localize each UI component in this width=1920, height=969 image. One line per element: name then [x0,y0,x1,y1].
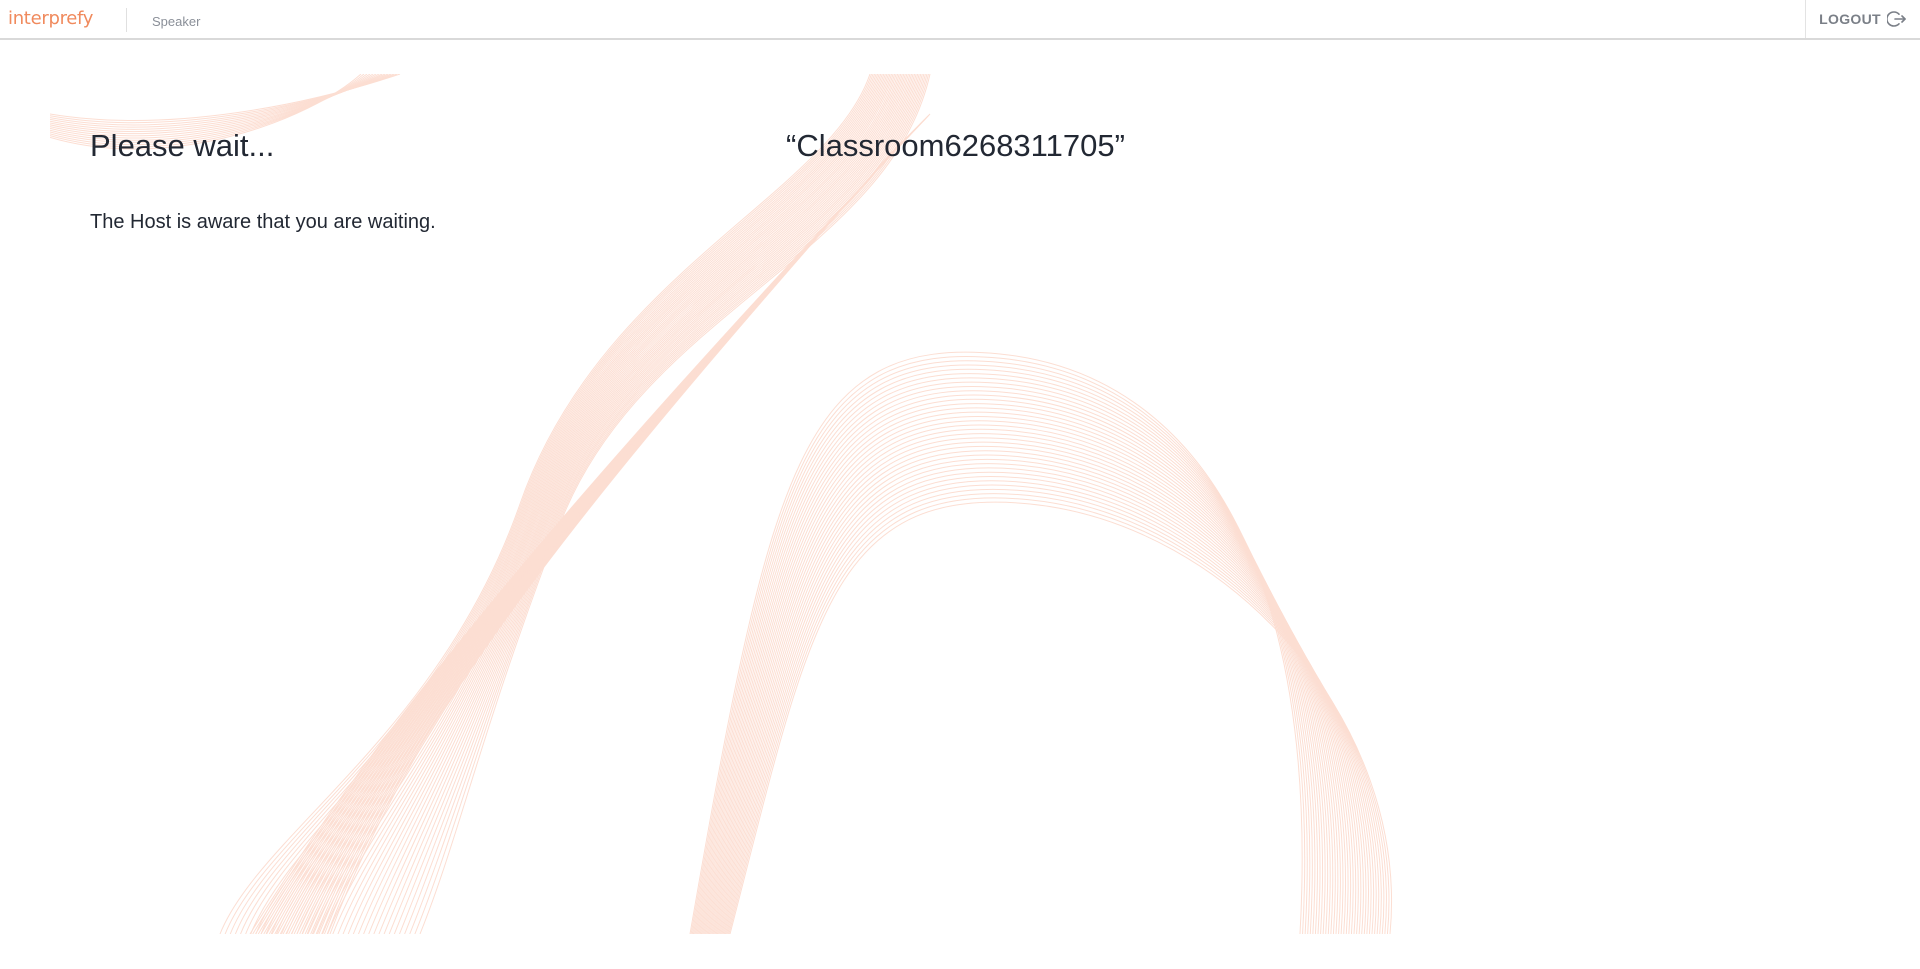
main-content: Please wait... “Classroom6268311705” The… [0,0,1920,969]
waiting-message: The Host is aware that you are waiting. [90,211,436,233]
room-name: “Classroom6268311705” [786,128,1125,163]
page-title: Please wait... [90,128,275,163]
